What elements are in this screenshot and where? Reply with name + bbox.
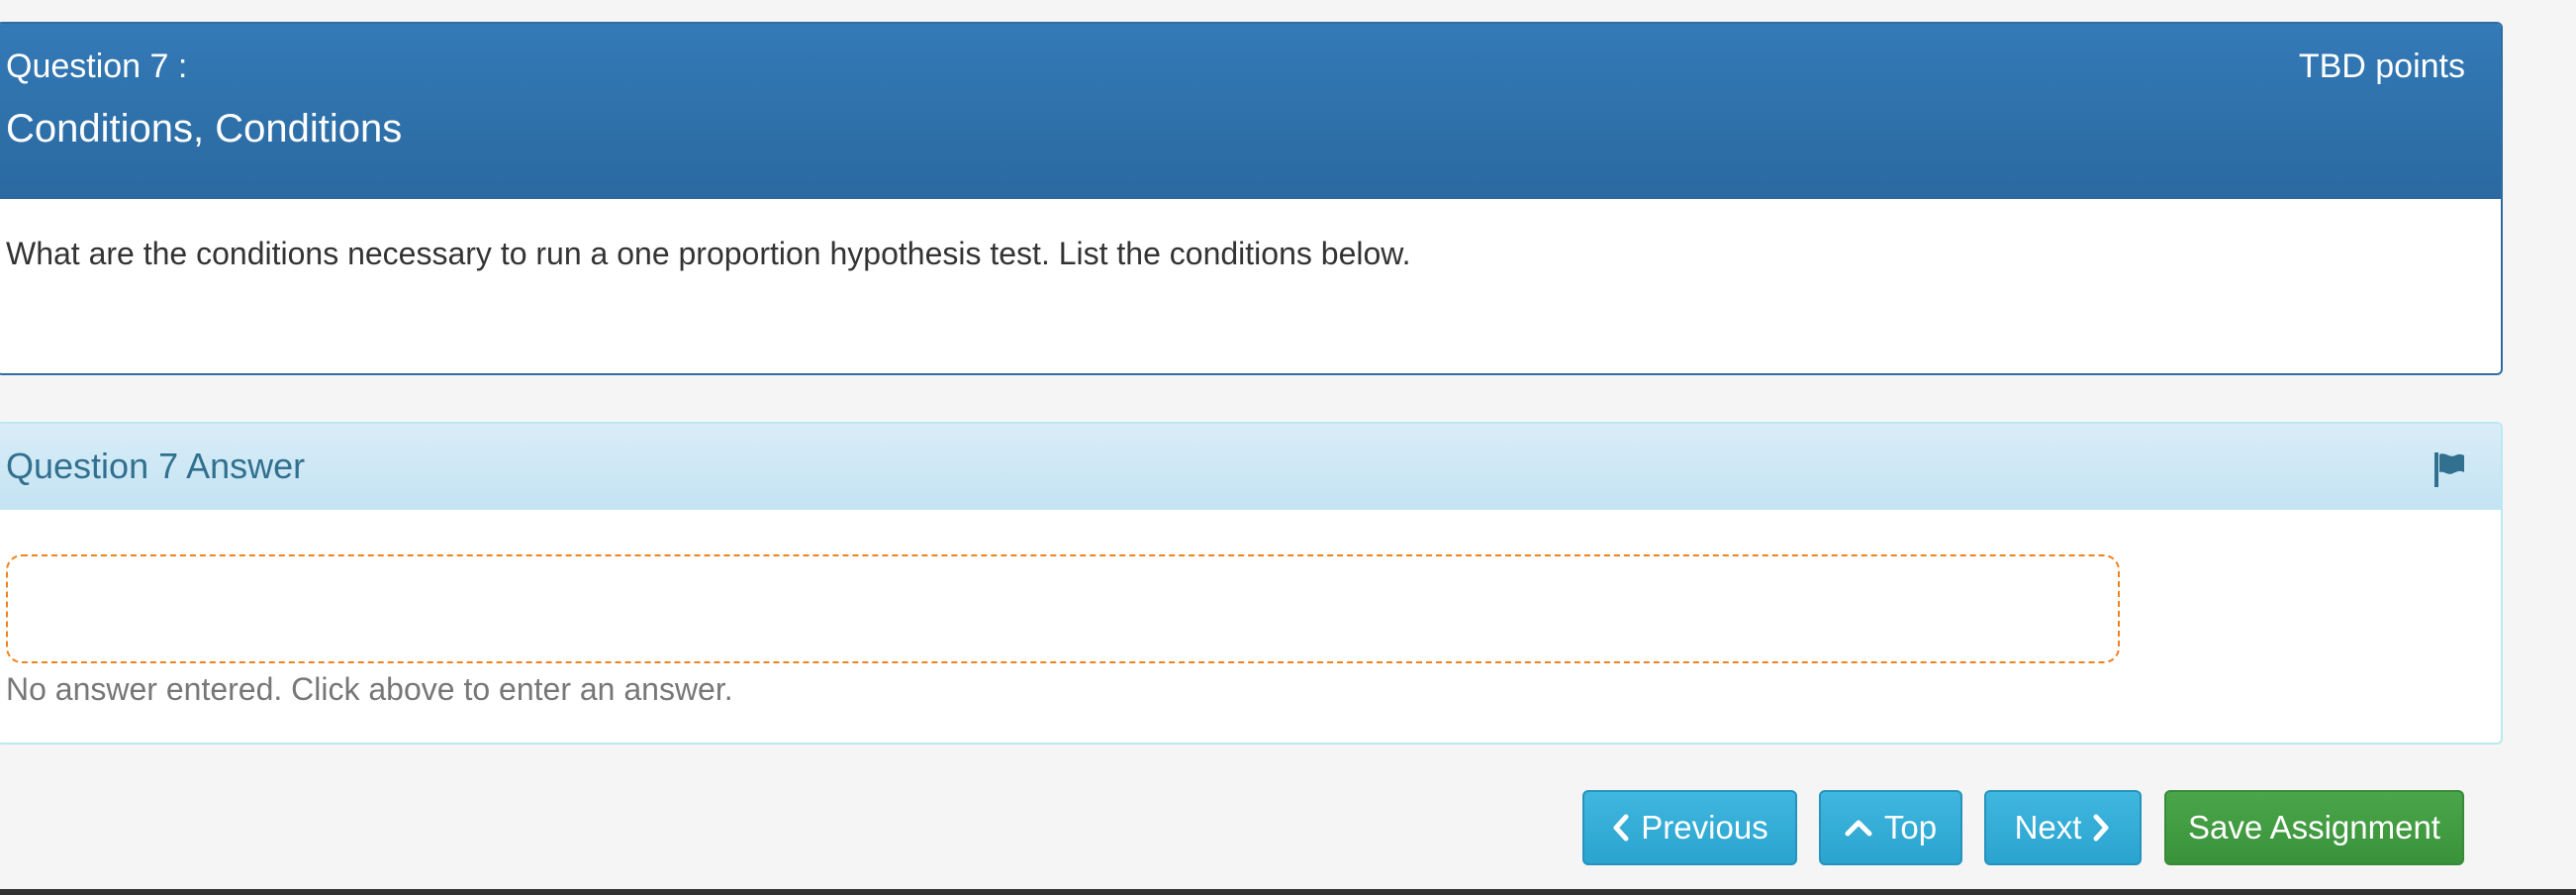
- chevron-left-icon: [1611, 814, 1629, 842]
- question-number: Question 7 :: [6, 48, 188, 85]
- answer-input-area[interactable]: [6, 554, 2120, 663]
- question-header: Question 7 : Conditions, Conditions TBD …: [0, 24, 2501, 199]
- question-title: Conditions, Conditions: [6, 107, 403, 150]
- question-points: TBD points: [2298, 48, 2465, 85]
- answer-header: Question 7 Answer: [0, 424, 2501, 510]
- top-button[interactable]: Top: [1819, 790, 1962, 865]
- next-label: Next: [2014, 809, 2082, 845]
- flag-question-button[interactable]: [2432, 449, 2467, 489]
- chevron-up-icon: [1845, 818, 1872, 838]
- answer-panel: Question 7 Answer No answer entered. Cli…: [0, 422, 2503, 745]
- answer-title: Question 7 Answer: [6, 446, 306, 486]
- save-assignment-label: Save Assignment: [2188, 809, 2440, 845]
- save-assignment-button[interactable]: Save Assignment: [2164, 790, 2464, 865]
- next-button[interactable]: Next: [1984, 790, 2142, 865]
- previous-button[interactable]: Previous: [1582, 790, 1797, 865]
- question-panel: Question 7 : Conditions, Conditions TBD …: [0, 22, 2503, 375]
- top-label: Top: [1883, 809, 1938, 845]
- chevron-right-icon: [2093, 814, 2111, 842]
- previous-label: Previous: [1641, 809, 1768, 845]
- bottom-border: [0, 889, 2576, 895]
- flag-icon: [2434, 452, 2464, 487]
- answer-status: No answer entered. Click above to enter …: [6, 671, 733, 707]
- question-text: What are the conditions necessary to run…: [6, 236, 1411, 271]
